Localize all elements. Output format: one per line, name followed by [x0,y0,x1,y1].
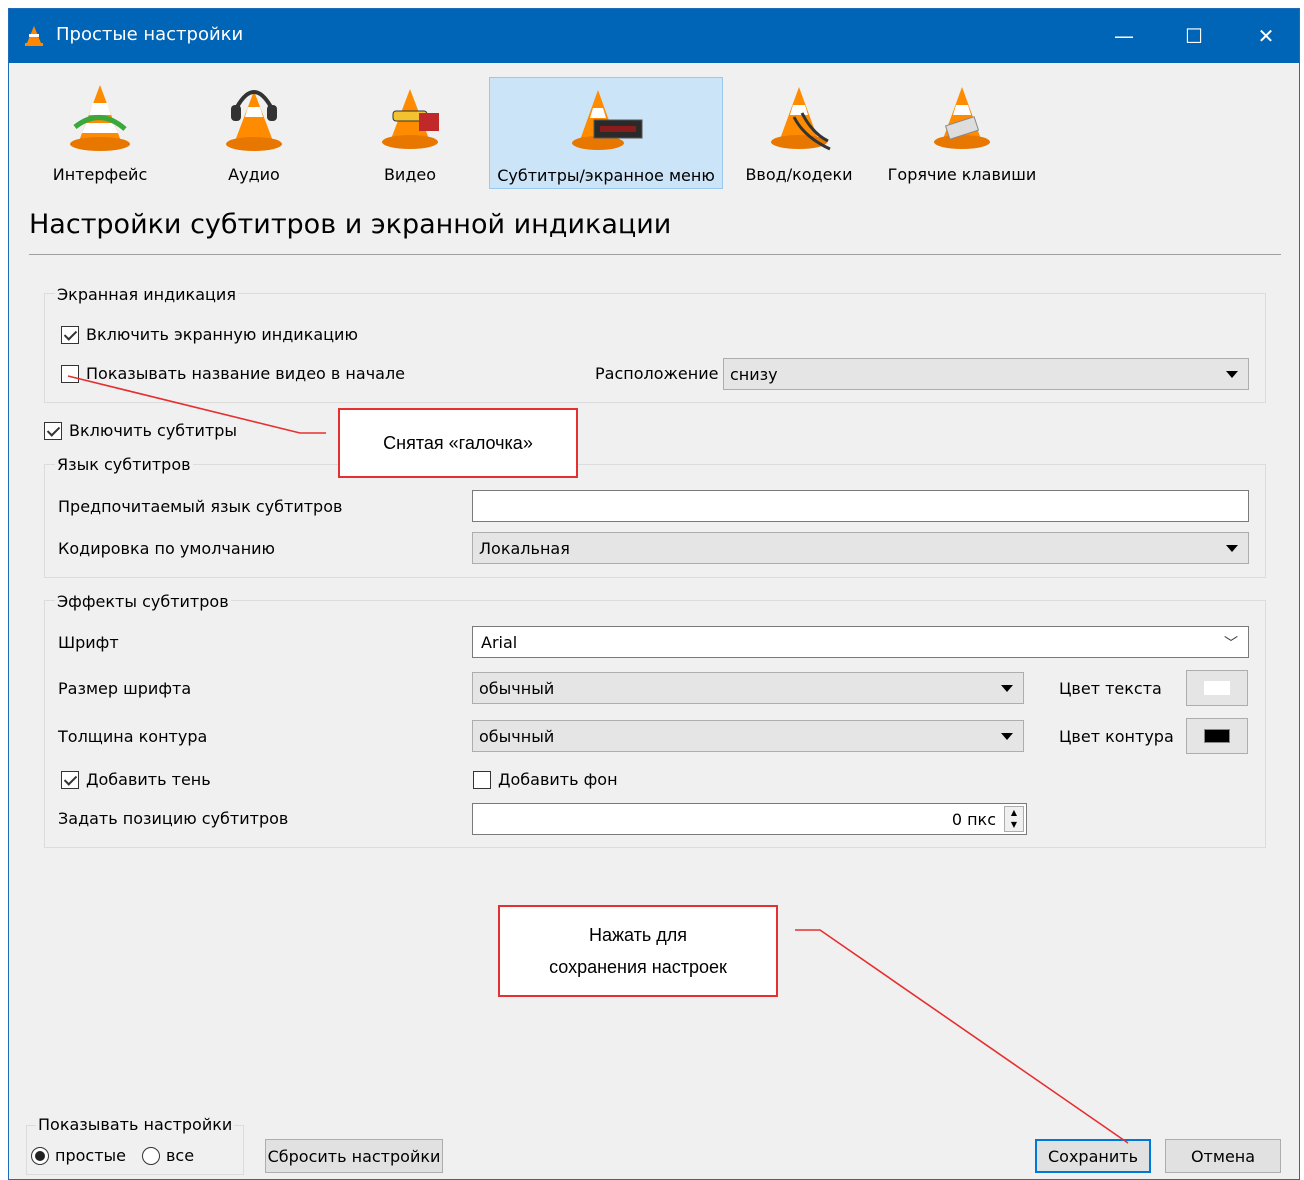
simple-radio[interactable]: простые [31,1146,126,1165]
maximize-button[interactable]: ☐ [1159,9,1229,63]
category-video[interactable]: Видео [355,77,465,189]
default-encoding-value: Локальная [479,538,570,558]
video-cone-icon [382,89,439,149]
simple-radio-label: простые [55,1146,126,1165]
save-callout-line2: сохранения настроек [549,957,727,977]
title-bar: Простые настройки — ☐ ✕ [9,9,1299,63]
outline-color-swatch [1204,729,1230,743]
checkbox-checked-icon [61,325,79,344]
category-label: Ввод/кодеки [745,165,853,184]
category-hotkeys[interactable]: Горячие клавиши [887,77,1037,189]
dropdown-arrow-icon [1001,733,1013,740]
unchecked-callout: Снятая «галочка» [338,408,578,478]
add-background-label: Добавить фон [498,770,618,789]
input-cone-icon [771,87,831,151]
checkbox-unchecked-icon [61,364,79,383]
subtitles-cone-icon [572,90,643,150]
checkbox-unchecked-icon [473,770,491,789]
text-color-button[interactable] [1186,670,1248,706]
spin-down-icon[interactable]: ▼ [1005,819,1023,831]
osd-group-title: Экранная индикация [55,285,238,304]
preferred-language-input[interactable] [472,490,1249,522]
outline-color-button[interactable] [1186,718,1248,754]
osd-position-value: снизу [730,364,778,384]
interface-cone-icon [70,85,130,151]
spin-up-icon[interactable]: ▲ [1005,807,1023,819]
enable-subtitles-checkbox[interactable]: Включить субтитры [44,421,237,440]
category-label: Субтитры/экранное меню [497,166,715,185]
category-input-codecs[interactable]: Ввод/кодеки [744,77,854,189]
cancel-button[interactable]: Отмена [1165,1139,1281,1173]
show-title-label: Показывать название видео в начале [86,364,406,383]
language-group-title: Язык субтитров [55,455,193,474]
dropdown-arrow-icon [1001,685,1013,692]
dropdown-arrow-icon [1226,545,1238,552]
font-size-value: обычный [479,678,555,698]
close-button[interactable]: ✕ [1231,9,1301,63]
subtitle-position-spinbox[interactable]: 0 пкс ▲ ▼ [472,803,1027,835]
add-shadow-label: Добавить тень [86,770,211,789]
outline-thickness-label: Толщина контура [58,727,208,746]
radio-selected-icon [31,1146,49,1165]
enable-osd-label: Включить экранную индикацию [86,325,358,344]
spin-buttons[interactable]: ▲ ▼ [1004,806,1024,832]
add-background-checkbox[interactable]: Добавить фон [473,770,618,789]
enable-osd-checkbox[interactable]: Включить экранную индикацию [61,325,358,344]
category-label: Видео [383,165,437,184]
osd-position-select[interactable]: снизу [723,358,1249,390]
hotkeys-cone-icon [934,87,990,149]
font-size-label: Размер шрифта [58,679,192,698]
category-audio[interactable]: Аудио [199,77,309,189]
category-label: Аудио [228,165,280,184]
category-subtitles[interactable]: Субтитры/экранное меню [489,77,723,189]
default-encoding-label: Кодировка по умолчанию [58,539,276,558]
default-encoding-select[interactable]: Локальная [472,532,1249,564]
enable-subtitles-label: Включить субтитры [69,421,237,440]
preferences-window: Простые настройки — ☐ ✕ Интерфейс Аудио [8,8,1300,1180]
radio-unselected-icon [142,1146,160,1165]
save-callout: Нажать для сохранения настроек [498,905,778,997]
add-shadow-checkbox[interactable]: Добавить тень [61,770,211,789]
audio-cone-icon [226,90,282,151]
reset-settings-button[interactable]: Сбросить настройки [265,1139,443,1173]
minimize-button[interactable]: — [1089,9,1159,63]
all-radio-label: все [166,1146,195,1165]
divider [29,254,1281,255]
outline-thickness-select[interactable]: обычный [472,720,1024,752]
subtitle-position-value: 0 пкс [951,809,996,829]
all-radio[interactable]: все [142,1146,194,1165]
outline-color-label: Цвет контура [1059,727,1174,746]
font-label: Шрифт [58,633,119,652]
effects-group-title: Эффекты субтитров [55,592,231,611]
checkbox-checked-icon [61,770,79,789]
unchecked-callout-text: Снятая «галочка» [383,433,533,453]
category-label: Интерфейс [52,165,148,184]
window-title: Простые настройки [56,24,244,45]
font-value: Arial [481,632,518,652]
preferred-language-label: Предпочитаемый язык субтитров [58,497,343,516]
category-label: Горячие клавиши [887,165,1037,184]
save-button[interactable]: Сохранить [1035,1139,1151,1173]
show-settings-title: Показывать настройки [36,1115,235,1134]
text-color-swatch [1204,681,1230,695]
chevron-down-icon: ﹀ [1224,636,1238,652]
text-color-label: Цвет текста [1059,679,1162,698]
vlc-cone-icon [25,26,43,46]
outline-thickness-value: обычный [479,726,555,746]
osd-position-label: Расположение [595,364,719,383]
category-interface[interactable]: Интерфейс [45,77,155,189]
show-title-checkbox[interactable]: Показывать название видео в начале [61,364,405,383]
save-callout-line1: Нажать для [588,925,688,945]
page-title: Настройки субтитров и экранной индикации [29,209,672,240]
dropdown-arrow-icon [1226,371,1238,378]
checkbox-checked-icon [44,421,62,440]
font-select[interactable]: Arial ﹀ [472,626,1249,658]
subtitle-position-label: Задать позицию субтитров [58,809,289,828]
font-size-select[interactable]: обычный [472,672,1024,704]
